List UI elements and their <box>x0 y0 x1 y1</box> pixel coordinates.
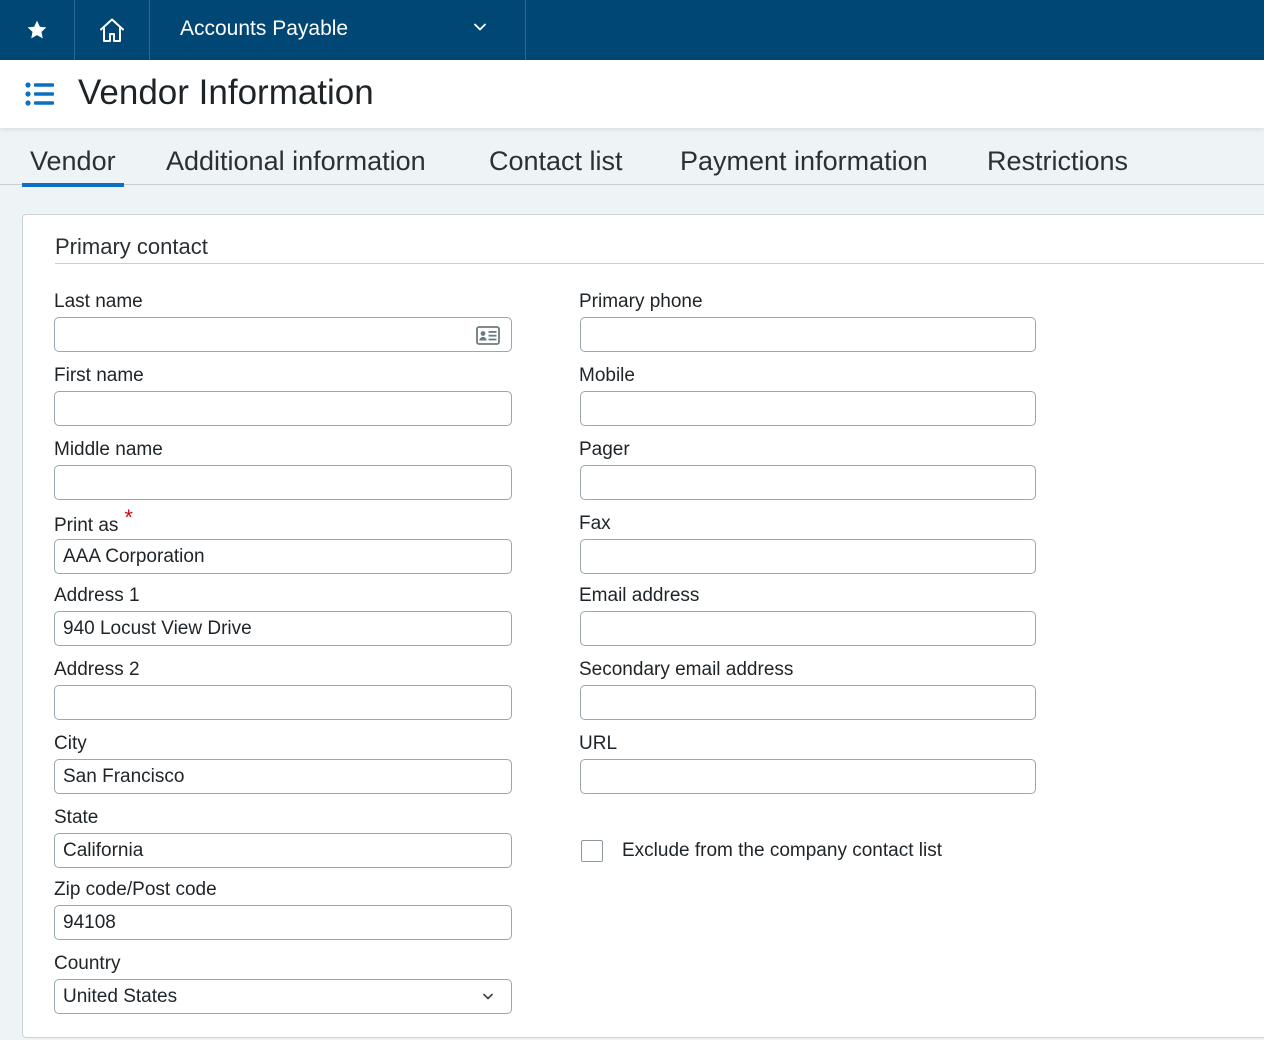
tab-restrictions[interactable]: Restrictions <box>987 144 1128 178</box>
url-label: URL <box>579 733 618 754</box>
middle-name-label: Middle name <box>54 439 163 460</box>
email-input[interactable] <box>580 611 1036 646</box>
tab-payment-information[interactable]: Payment information <box>680 144 928 178</box>
top-navigation-bar: Accounts Payable <box>0 0 1264 60</box>
mobile-input[interactable] <box>580 391 1036 426</box>
section-divider <box>55 263 1264 264</box>
email-label: Email address <box>579 585 700 606</box>
home-button[interactable] <box>75 0 150 60</box>
address2-label: Address 2 <box>54 659 140 680</box>
secondary-email-label: Secondary email address <box>579 659 794 680</box>
pager-input[interactable] <box>580 465 1036 500</box>
contact-card-icon[interactable] <box>476 326 500 345</box>
list-icon[interactable] <box>25 82 55 106</box>
chevron-down-icon <box>483 993 493 1000</box>
star-icon <box>27 20 47 39</box>
city-input[interactable] <box>54 759 512 794</box>
home-icon <box>100 18 124 42</box>
print-as-label-text: Print as <box>54 515 119 536</box>
primary-phone-label: Primary phone <box>579 291 703 312</box>
country-select[interactable]: United States <box>54 979 512 1014</box>
address1-label: Address 1 <box>54 585 140 606</box>
exclude-from-contact-list-label: Exclude from the company contact list <box>622 840 942 861</box>
country-value: United States <box>63 986 178 1007</box>
module-name: Accounts Payable <box>180 17 349 40</box>
chevron-down-icon <box>474 23 486 31</box>
page-title: Vendor Information <box>78 73 374 112</box>
city-label: City <box>54 733 87 754</box>
tab-vendor[interactable]: Vendor <box>22 144 124 187</box>
state-input[interactable] <box>54 833 512 868</box>
country-label: Country <box>54 953 121 974</box>
state-label: State <box>54 807 99 828</box>
address1-input[interactable] <box>54 611 512 646</box>
exclude-from-contact-list-checkbox[interactable] <box>581 840 603 862</box>
tab-bar: Vendor Additional information Contact li… <box>0 130 1264 187</box>
first-name-input[interactable] <box>54 391 512 426</box>
primary-phone-input[interactable] <box>580 317 1036 352</box>
required-marker: * <box>124 505 133 530</box>
module-selector[interactable]: Accounts Payable <box>150 0 526 60</box>
zip-label: Zip code/Post code <box>54 879 217 900</box>
tab-contact-list[interactable]: Contact list <box>489 144 623 178</box>
mobile-label: Mobile <box>579 365 635 386</box>
middle-name-input[interactable] <box>54 465 512 500</box>
last-name-input[interactable] <box>54 317 512 352</box>
fax-input[interactable] <box>580 539 1036 574</box>
first-name-label: First name <box>54 365 144 386</box>
page-header: Vendor Information <box>0 60 1264 128</box>
url-input[interactable] <box>580 759 1036 794</box>
tab-additional-information[interactable]: Additional information <box>166 144 426 178</box>
print-as-label: Print as * <box>54 507 133 537</box>
last-name-label: Last name <box>54 291 143 312</box>
fax-label: Fax <box>579 513 611 534</box>
secondary-email-input[interactable] <box>580 685 1036 720</box>
address2-input[interactable] <box>54 685 512 720</box>
section-title: Primary contact <box>55 234 208 259</box>
pager-label: Pager <box>579 439 630 460</box>
favorites-button[interactable] <box>0 0 75 60</box>
zip-input[interactable] <box>54 905 512 940</box>
print-as-input[interactable] <box>54 539 512 574</box>
